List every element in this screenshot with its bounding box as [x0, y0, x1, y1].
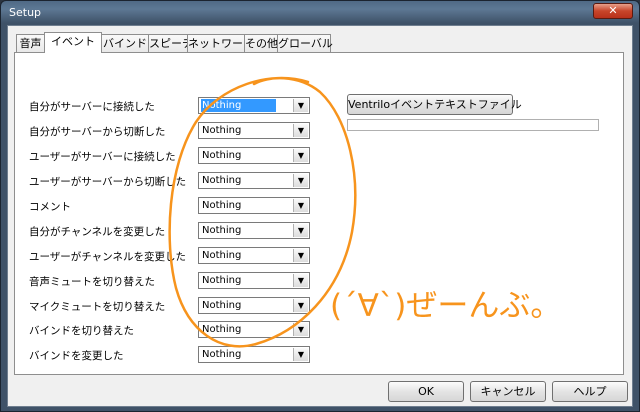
event-sound-select[interactable]: Nothing ▼ [198, 172, 310, 189]
dialog-client: 音声 イベント バインド スピーチ ネットワーク その他 グローバル 自分がサー… [7, 25, 633, 407]
event-sound-select[interactable]: Nothing ▼ [198, 147, 310, 164]
event-sound-select[interactable]: Nothing ▼ [198, 272, 310, 289]
close-icon: ✕ [608, 4, 618, 17]
event-sound-select[interactable]: Nothing ▼ [198, 346, 310, 363]
event-label: 音声ミュートを切り替えた [29, 276, 155, 288]
tab-network[interactable]: ネットワーク [187, 34, 254, 52]
select-value: Nothing [202, 125, 242, 136]
window-title: Setup [9, 6, 42, 19]
tab-other[interactable]: その他 [244, 34, 278, 52]
select-value: Nothing [202, 300, 242, 311]
help-button[interactable]: ヘルプ [552, 381, 628, 402]
select-value: Nothing [202, 225, 242, 236]
close-button[interactable]: ✕ [593, 3, 633, 19]
event-label: ユーザーがサーバーに接続した [29, 151, 176, 163]
select-value: Nothing [202, 324, 242, 335]
tab-binds[interactable]: バインド [101, 34, 149, 52]
event-sound-select[interactable]: Nothing ▼ [198, 222, 310, 239]
chevron-down-icon[interactable]: ▼ [293, 149, 308, 162]
event-sound-select[interactable]: Nothing ▼ [198, 247, 310, 264]
tab-audio[interactable]: 音声 [16, 34, 45, 52]
event-label: バインドを変更した [29, 350, 124, 362]
title-bar[interactable]: Setup ✕ [1, 1, 639, 25]
event-sound-select[interactable]: Nothing ▼ [198, 321, 310, 338]
chevron-down-icon[interactable]: ▼ [293, 299, 308, 312]
event-label: コメント [29, 201, 71, 213]
chevron-down-icon[interactable]: ▼ [293, 174, 308, 187]
event-label: 自分がサーバーから切断した [29, 126, 166, 138]
select-value: Nothing [202, 175, 242, 186]
chevron-down-icon[interactable]: ▼ [293, 224, 308, 237]
chevron-down-icon[interactable]: ▼ [293, 249, 308, 262]
event-label: ユーザーがサーバーから切断した [29, 176, 187, 188]
select-value: Nothing [202, 349, 242, 360]
tab-events[interactable]: イベント [44, 32, 102, 53]
event-label: 自分がサーバーに接続した [29, 101, 155, 113]
event-sound-select[interactable]: Nothing ▼ [198, 197, 310, 214]
event-sound-select[interactable]: Nothing ▼ [198, 97, 310, 114]
chevron-down-icon[interactable]: ▼ [293, 124, 308, 137]
select-value: Nothing [202, 250, 242, 261]
select-value: Nothing [201, 99, 276, 112]
event-text-file-button[interactable]: Ventriloイベントテキストファイル [347, 94, 522, 115]
select-value: Nothing [202, 275, 242, 286]
event-sound-select[interactable]: Nothing ▼ [198, 297, 310, 314]
event-label: マイクミュートを切り替えた [29, 301, 166, 313]
chevron-down-icon[interactable]: ▼ [293, 199, 308, 212]
chevron-down-icon[interactable]: ▼ [293, 99, 308, 112]
tab-speech[interactable]: スピーチ [148, 34, 193, 52]
event-text-file-path[interactable] [347, 119, 599, 131]
event-sound-select[interactable]: Nothing ▼ [198, 122, 310, 139]
event-label: 自分がチャンネルを変更した [29, 226, 166, 238]
setup-window: Setup ✕ 音声 イベント バインド スピーチ ネットワーク その他 グロー… [0, 0, 640, 412]
chevron-down-icon[interactable]: ▼ [293, 348, 308, 361]
chevron-down-icon[interactable]: ▼ [293, 274, 308, 287]
cancel-button[interactable]: キャンセル [470, 381, 546, 402]
select-value: Nothing [202, 200, 242, 211]
events-panel: 自分がサーバーに接続した Nothing ▼ 自分がサーバーから切断した Noth… [14, 52, 624, 375]
select-value: Nothing [202, 150, 242, 161]
event-label: ユーザーがチャンネルを変更した [29, 251, 186, 263]
event-label: バインドを切り替えた [29, 325, 134, 337]
tab-global[interactable]: グローバル [277, 34, 333, 52]
chevron-down-icon[interactable]: ▼ [293, 323, 308, 336]
ok-button[interactable]: OK [388, 381, 464, 402]
